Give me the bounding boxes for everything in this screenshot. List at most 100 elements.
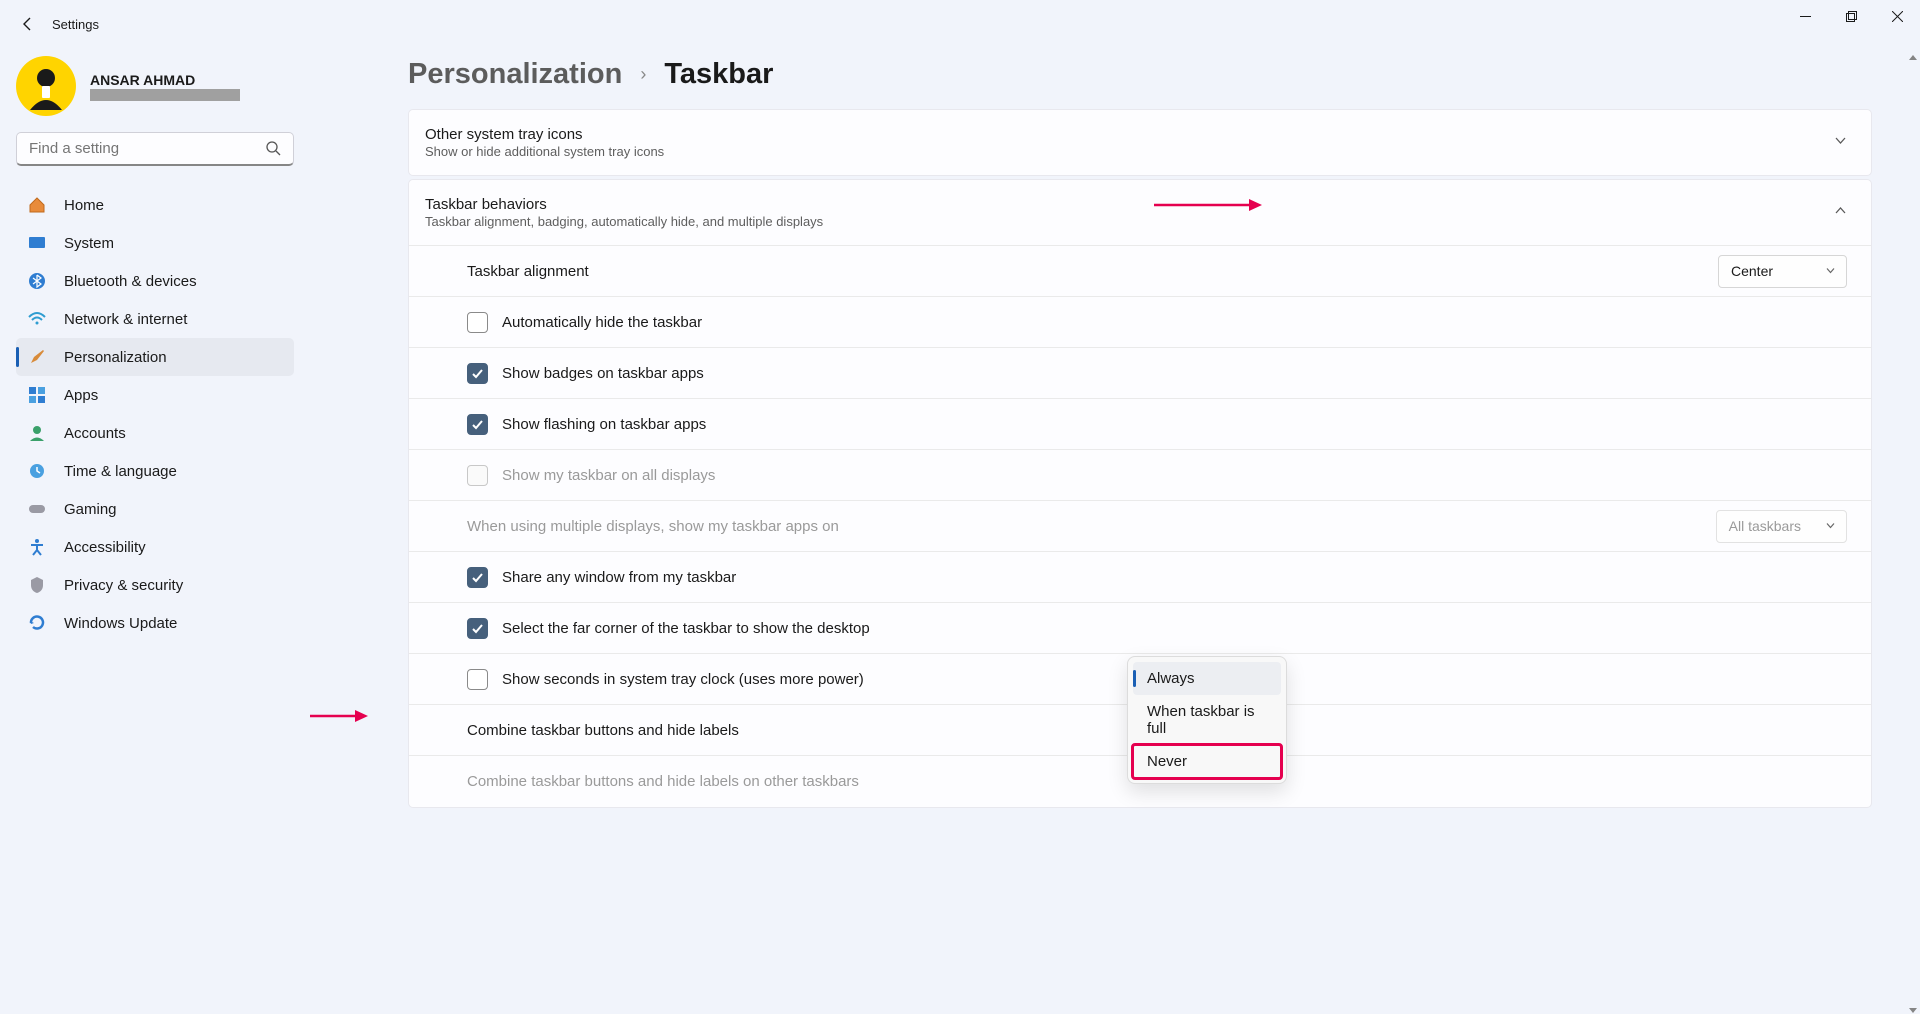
- nav-label: Privacy & security: [64, 577, 183, 594]
- scroll-up-arrow[interactable]: [1908, 50, 1918, 60]
- profile-email-redacted: [90, 89, 240, 101]
- checkbox: [467, 465, 488, 486]
- popup-item-whenfull[interactable]: When taskbar is full: [1133, 695, 1281, 745]
- row-label: Automatically hide the taskbar: [502, 314, 702, 331]
- checkbox[interactable]: [467, 669, 488, 690]
- titlebar: Settings: [0, 0, 1920, 48]
- avatar: [16, 56, 76, 116]
- nav-time[interactable]: Time & language: [16, 452, 294, 490]
- nav-label: Network & internet: [64, 311, 187, 328]
- annotation-arrow: [310, 707, 370, 730]
- row-label: When using multiple displays, show my ta…: [467, 518, 839, 535]
- search-icon: [266, 141, 281, 156]
- access-icon: [28, 538, 46, 556]
- nav-label: Gaming: [64, 501, 117, 518]
- nav-label: Bluetooth & devices: [64, 273, 197, 290]
- row-label: Combine taskbar buttons and hide labels: [467, 722, 739, 739]
- row-multidisp: When using multiple displays, show my ta…: [409, 501, 1871, 552]
- row-label: Share any window from my taskbar: [502, 569, 736, 586]
- chevron-down-icon: [1825, 518, 1836, 534]
- breadcrumb-parent[interactable]: Personalization: [408, 58, 622, 91]
- alignment-dropdown[interactable]: Center: [1718, 255, 1847, 288]
- chevron-down-icon: [1825, 263, 1836, 279]
- card-title: Other system tray icons: [425, 126, 664, 143]
- card-behaviors-header[interactable]: Taskbar behaviors Taskbar alignment, bad…: [409, 180, 1871, 245]
- nav-label: Accessibility: [64, 539, 146, 556]
- card-title: Taskbar behaviors: [425, 196, 823, 213]
- window-title: Settings: [52, 17, 99, 32]
- chevron-down-icon: [1834, 134, 1847, 152]
- nav-accessibility[interactable]: Accessibility: [16, 528, 294, 566]
- window-controls: [1782, 0, 1920, 32]
- nav-label: Personalization: [64, 349, 167, 366]
- nav-label: System: [64, 235, 114, 252]
- row-alignment: Taskbar alignment Center: [409, 246, 1871, 297]
- wifi-icon: [28, 310, 46, 328]
- scroll-down-arrow[interactable]: [1908, 1002, 1918, 1012]
- checkbox[interactable]: [467, 618, 488, 639]
- search-input[interactable]: [29, 140, 266, 157]
- apps-icon: [28, 386, 46, 404]
- breadcrumb: Personalization › Taskbar: [408, 58, 1872, 91]
- home-icon: [28, 196, 46, 214]
- nav-label: Windows Update: [64, 615, 177, 632]
- row-label: Combine taskbar buttons and hide labels …: [467, 773, 859, 790]
- nav-home[interactable]: Home: [16, 186, 294, 224]
- back-button[interactable]: [8, 4, 48, 44]
- brush-icon: [28, 348, 46, 366]
- row-label: Show seconds in system tray clock (uses …: [502, 671, 864, 688]
- main-content: Personalization › Taskbar Other system t…: [310, 48, 1920, 1014]
- nav-label: Accounts: [64, 425, 126, 442]
- row-label: Show my taskbar on all displays: [502, 467, 715, 484]
- bluetooth-icon: [28, 272, 46, 290]
- nav-accounts[interactable]: Accounts: [16, 414, 294, 452]
- checkbox[interactable]: [467, 414, 488, 435]
- chevron-up-icon: [1834, 204, 1847, 222]
- nav-gaming[interactable]: Gaming: [16, 490, 294, 528]
- row-label: Show badges on taskbar apps: [502, 365, 704, 382]
- row-corner[interactable]: Select the far corner of the taskbar to …: [409, 603, 1871, 654]
- card-subtitle: Taskbar alignment, badging, automaticall…: [425, 214, 823, 229]
- update-icon: [28, 614, 46, 632]
- row-flashing[interactable]: Show flashing on taskbar apps: [409, 399, 1871, 450]
- checkbox[interactable]: [467, 567, 488, 588]
- row-share[interactable]: Share any window from my taskbar: [409, 552, 1871, 603]
- nav-privacy[interactable]: Privacy & security: [16, 566, 294, 604]
- nav-apps[interactable]: Apps: [16, 376, 294, 414]
- nav-list: Home System Bluetooth & devices Network …: [16, 186, 294, 642]
- popup-item-never[interactable]: Never: [1133, 745, 1281, 778]
- row-label: Show flashing on taskbar apps: [502, 416, 706, 433]
- checkbox[interactable]: [467, 312, 488, 333]
- nav-update[interactable]: Windows Update: [16, 604, 294, 642]
- checkbox[interactable]: [467, 363, 488, 384]
- combine-dropdown-popup: Always When taskbar is full Never: [1127, 656, 1287, 784]
- row-autohide[interactable]: Automatically hide the taskbar: [409, 297, 1871, 348]
- card-tray-icons[interactable]: Other system tray icons Show or hide add…: [408, 109, 1872, 176]
- shield-icon: [28, 576, 46, 594]
- row-label: Select the far corner of the taskbar to …: [502, 620, 870, 637]
- nav-label: Time & language: [64, 463, 177, 480]
- maximize-button[interactable]: [1828, 0, 1874, 32]
- game-icon: [28, 500, 46, 518]
- profile-name: ANSAR AHMAD: [90, 72, 240, 88]
- breadcrumb-current: Taskbar: [664, 58, 773, 91]
- search-box[interactable]: [16, 132, 294, 166]
- sidebar: ANSAR AHMAD Home System Bluetooth & devi…: [0, 48, 310, 1014]
- system-icon: [28, 234, 46, 252]
- minimize-button[interactable]: [1782, 0, 1828, 32]
- card-subtitle: Show or hide additional system tray icon…: [425, 144, 664, 159]
- nav-personalization[interactable]: Personalization: [16, 338, 294, 376]
- nav-bluetooth[interactable]: Bluetooth & devices: [16, 262, 294, 300]
- nav-label: Apps: [64, 387, 98, 404]
- nav-system[interactable]: System: [16, 224, 294, 262]
- row-alldisplays: Show my taskbar on all displays: [409, 450, 1871, 501]
- chevron-right-icon: ›: [640, 64, 646, 85]
- scrollbar[interactable]: [1906, 48, 1920, 1014]
- popup-item-always[interactable]: Always: [1133, 662, 1281, 695]
- profile[interactable]: ANSAR AHMAD: [16, 56, 294, 116]
- close-button[interactable]: [1874, 0, 1920, 32]
- clock-icon: [28, 462, 46, 480]
- multidisp-dropdown: All taskbars: [1716, 510, 1847, 543]
- row-badges[interactable]: Show badges on taskbar apps: [409, 348, 1871, 399]
- nav-network[interactable]: Network & internet: [16, 300, 294, 338]
